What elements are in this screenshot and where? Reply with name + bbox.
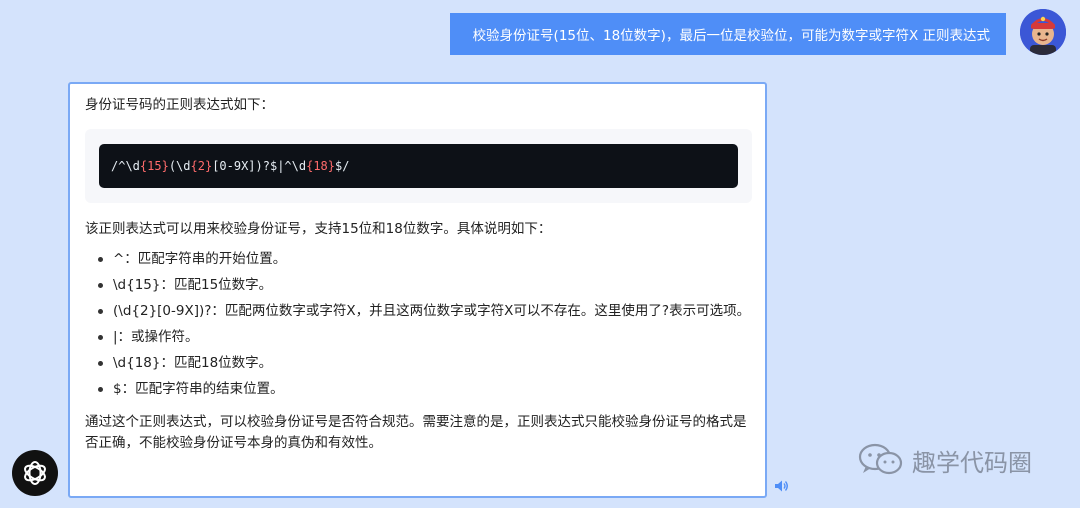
- code-quantifier: {2}: [190, 159, 213, 173]
- avatar-illustration: [1020, 9, 1066, 55]
- code-container: /^\d {15} (\d {2} [0-9X])?$|^\d {18} $/: [85, 129, 752, 203]
- intro-text: 身份证号码的正则表达式如下：: [85, 97, 274, 113]
- summary-text: 通过这个正则表达式，可以校验身份证号是否符合规范。需要注意的是，正则表达式只能校…: [85, 414, 747, 451]
- user-message-text: 校验身份证号(15位、18位数字)，最后一位是校验位，可能为数字或字符X 正则表…: [472, 28, 990, 44]
- list-item: $：匹配字符串的结束位置。: [98, 379, 751, 400]
- watermark-text: 趣学代码圈: [912, 448, 1032, 477]
- explanation-list: ^：匹配字符串的开始位置。 \d{15}：匹配15位数字。 (\d{2}[0-9…: [85, 249, 751, 400]
- wechat-icon: [858, 443, 903, 475]
- list-item: |：或操作符。: [98, 327, 751, 348]
- code-part: $/: [335, 159, 350, 173]
- watermark: 趣学代码圈: [858, 440, 1032, 480]
- code-block[interactable]: /^\d {15} (\d {2} [0-9X])?$|^\d {18} $/: [99, 144, 738, 188]
- code-part: /^\d: [111, 159, 140, 173]
- user-message-bubble: 校验身份证号(15位、18位数字)，最后一位是校验位，可能为数字或字符X 正则表…: [450, 13, 1006, 55]
- assistant-response-card: 身份证号码的正则表达式如下： /^\d {15} (\d {2} [0-9X])?$|^…: [68, 82, 767, 498]
- openai-logo-icon: [12, 450, 58, 496]
- list-item: ^：匹配字符串的开始位置。: [98, 249, 751, 270]
- user-avatar[interactable]: [1020, 9, 1066, 55]
- description-text: 该正则表达式可以用来校验身份证号，支持15位和18位数字。具体说明如下：: [85, 221, 552, 237]
- list-item: (\d{2}[0-9X])?：匹配两位数字或字符X，并且这两位数字或字符X可以不…: [98, 301, 751, 322]
- code-quantifier: {18}: [306, 159, 336, 173]
- speaker-icon[interactable]: [774, 478, 789, 492]
- code-quantifier: {15}: [139, 159, 169, 173]
- list-item: \d{18}：匹配18位数字。: [98, 353, 751, 374]
- list-item: \d{15}：匹配15位数字。: [98, 275, 751, 296]
- code-part: [0-9X])?$|^\d: [212, 159, 307, 173]
- code-part: (\d: [168, 159, 191, 173]
